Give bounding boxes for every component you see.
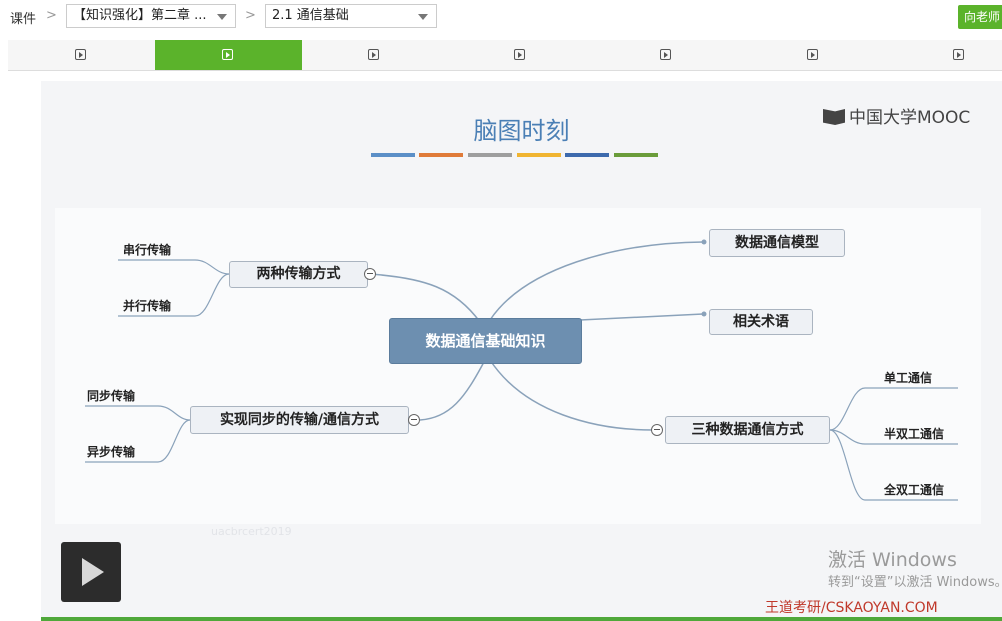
chevron-down-icon [418, 14, 428, 20]
mind-map: 数据通信基础知识 两种传输方式 串行传输 并行传输 实现同步的传输/通信方式 同… [55, 208, 981, 524]
play-icon [514, 49, 525, 60]
play-icon [75, 49, 86, 60]
section-select[interactable]: 2.1 通信基础 [265, 4, 437, 28]
mindmap-node-sync-methods: 实现同步的传输/通信方式 [190, 406, 409, 434]
play-button[interactable] [61, 542, 121, 602]
chapter-select[interactable]: 【知识强化】第二章 ... [66, 4, 236, 28]
mindmap-leaf-full-duplex: 全双工通信 [884, 483, 945, 497]
mindmap-leaf-half-duplex: 半双工通信 [884, 427, 945, 441]
video-tab-5[interactable] [593, 40, 740, 70]
play-icon [807, 49, 818, 60]
collapse-icon[interactable] [408, 414, 420, 426]
mindmap-node-three-modes: 三种数据通信方式 [665, 416, 830, 444]
video-tab-2[interactable] [155, 40, 302, 70]
color-bar [468, 153, 512, 157]
play-icon [660, 49, 671, 60]
color-bar [371, 153, 415, 157]
faint-watermark: uacbrcert2019 [211, 525, 292, 538]
play-icon [953, 49, 964, 60]
breadcrumb-courseware[interactable]: 课件 [10, 8, 36, 27]
mooc-logo: 中国大学MOOC [823, 103, 970, 128]
windows-activation-title: 激活 Windows [828, 549, 957, 571]
mindmap-leaf-simplex: 单工通信 [884, 371, 933, 385]
color-bar [517, 153, 561, 157]
chapter-select-value: 【知识强化】第二章 ... [73, 8, 207, 23]
video-tab-7[interactable] [886, 40, 1002, 70]
video-player[interactable]: 脑图时刻 中国大学MOOC 数据通信基础知识 两种传输方式 串行传输 并行传输 … [41, 81, 1002, 617]
mindmap-leaf-parallel: 并行传输 [123, 299, 172, 313]
chevron-right-icon: > [245, 8, 256, 23]
mindmap-center-node: 数据通信基础知识 [389, 318, 582, 364]
video-progress-line [41, 617, 1002, 621]
collapse-icon[interactable] [364, 268, 376, 280]
chevron-right-icon: > [46, 8, 57, 23]
mindmap-leaf-serial: 串行传输 [123, 243, 172, 257]
video-tab-3[interactable] [301, 40, 448, 70]
chevron-down-icon [217, 14, 227, 20]
site-watermark: 王道考研/CSKAOYAN.COM [765, 600, 938, 616]
video-tab-1[interactable] [8, 40, 155, 70]
color-bar [614, 153, 658, 157]
top-bar: 课件 > 【知识强化】第二章 ... > 2.1 通信基础 向老师 [0, 0, 1002, 36]
color-bar [419, 153, 463, 157]
video-tab-4[interactable] [447, 40, 594, 70]
color-bar [565, 153, 609, 157]
book-icon [823, 109, 845, 125]
mooc-logo-text: 中国大学MOOC [849, 108, 971, 128]
video-tab-6[interactable] [740, 40, 887, 70]
ask-teacher-button[interactable]: 向老师 [958, 5, 1002, 29]
collapse-icon[interactable] [651, 424, 663, 436]
windows-activation-hint: 转到“设置”以激活 Windows。 [828, 575, 1002, 590]
play-icon [222, 49, 233, 60]
mindmap-node-transmission-modes: 两种传输方式 [229, 261, 368, 288]
mindmap-node-terminology: 相关术语 [709, 309, 813, 335]
mindmap-leaf-synchronous: 同步传输 [87, 389, 136, 403]
mindmap-node-comm-model: 数据通信模型 [709, 229, 845, 257]
mindmap-leaf-asynchronous: 异步传输 [87, 445, 136, 459]
play-icon [368, 49, 379, 60]
video-tab-bar [8, 40, 1002, 71]
section-select-value: 2.1 通信基础 [272, 8, 349, 23]
